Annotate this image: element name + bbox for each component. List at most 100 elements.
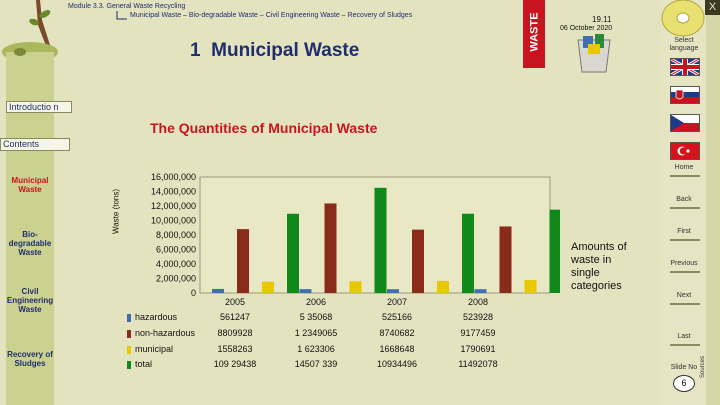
slide-title: The Quantities of Municipal Waste [150, 120, 378, 136]
bar-total-2007 [462, 213, 474, 293]
y-axis-label: Waste (tons) [111, 188, 121, 235]
legend-entry: municipal [127, 344, 173, 354]
y-tick-label: 2,000,000 [156, 274, 196, 284]
table-cell: 561247 [219, 312, 251, 322]
close-button[interactable]: X [705, 0, 720, 15]
x-tick-label: 2008 [467, 297, 489, 307]
bar-total-2008 [549, 209, 560, 293]
y-tick-label: 14,000,000 [151, 187, 196, 197]
table-cell: 8809928 [217, 328, 253, 338]
bar-municipal-2008 [524, 280, 537, 293]
table-cell: 1790691 [460, 344, 496, 354]
nav-divider [670, 175, 700, 177]
section-title: Municipal Waste [211, 40, 360, 61]
y-tick-label: 12,000,000 [151, 201, 196, 211]
legend-label: hazardous [135, 312, 178, 322]
czech-flag-icon[interactable] [670, 114, 700, 132]
first-button[interactable]: First [666, 228, 702, 235]
legend-swatch [127, 360, 131, 369]
crumb-municipal[interactable]: Municipal Waste [130, 12, 181, 19]
table-cell: 1558263 [217, 344, 253, 354]
sources-link[interactable]: Sources [700, 356, 706, 378]
bar-municipal-2005 [262, 281, 274, 293]
table-cell: 1668648 [379, 344, 415, 354]
page-title: 1 Municipal Waste [190, 40, 359, 62]
nav-divider [670, 344, 700, 346]
tab-contents[interactable]: Contents [0, 138, 70, 151]
sidebar-item-sludges[interactable]: Recovery of Sludges [4, 350, 56, 368]
recycling-bin-icon [577, 34, 611, 73]
table-cell: 10934496 [376, 359, 418, 369]
table-cell: 8740682 [379, 328, 415, 338]
home-button[interactable]: Home [666, 164, 702, 171]
legend-label: municipal [135, 344, 174, 354]
x-tick-label: 2006 [305, 297, 327, 307]
legend-entry: non-hazardous [127, 328, 195, 338]
last-button[interactable]: Last [666, 333, 702, 340]
crumb-sep: – [183, 12, 187, 19]
back-button[interactable]: Back [666, 196, 702, 203]
table-cell: 9177459 [460, 328, 496, 338]
y-tick-label: 8,000,000 [156, 230, 196, 240]
slovakia-flag-icon[interactable] [670, 86, 700, 104]
table-cell: 1 623306 [297, 344, 335, 354]
y-tick-label: 6,000,000 [156, 245, 196, 255]
breadcrumb: Municipal Waste – Bio-degradable Waste –… [130, 12, 412, 19]
turkey-flag-icon[interactable] [670, 142, 700, 160]
logo-text: WASTE [528, 12, 541, 52]
crumb-bio[interactable]: Bio-degradable Waste [189, 12, 258, 19]
table-cell: 5 35068 [299, 312, 333, 322]
nav-divider [670, 239, 700, 241]
x-tick-label: 2007 [386, 297, 408, 307]
y-tick-label: 16,000,000 [151, 172, 196, 182]
next-button[interactable]: Next [666, 292, 702, 299]
legend-swatch [127, 345, 131, 354]
sidebar-item-municipal[interactable]: Municipal Waste [4, 176, 56, 194]
nav-divider [670, 207, 700, 209]
breadcrumb-connector [116, 11, 127, 20]
right-edge-strip [706, 0, 720, 405]
legend-entry: hazardous [127, 312, 177, 322]
bar-non-hazardous-2008 [499, 226, 512, 293]
previous-button[interactable]: Previous [666, 260, 702, 267]
uk-flag-icon[interactable] [670, 58, 700, 76]
crumb-sep: – [259, 12, 264, 19]
table-cell: 525166 [381, 312, 413, 322]
table-cell: 11492078 [458, 359, 498, 369]
paper-roll-icon [661, 0, 705, 37]
table-cell: 1 2349065 [294, 328, 338, 338]
legend-swatch [127, 313, 131, 322]
nav-divider [670, 303, 700, 305]
table-cell: 14507 339 [294, 359, 338, 369]
bar-hazardous-2005 [212, 288, 224, 293]
legend-label: non-hazardous [135, 328, 196, 338]
bar-municipal-2007 [437, 280, 449, 293]
bar-non-hazardous-2007 [412, 229, 424, 293]
bar-total-2006 [374, 187, 387, 293]
x-tick-label: 2005 [224, 297, 246, 307]
bar-hazardous-2007 [387, 289, 399, 293]
bar-non-hazardous-2005 [237, 229, 249, 293]
table-cell: 523928 [462, 312, 494, 322]
bar-municipal-2006 [349, 281, 362, 293]
select-language-label: Select language [669, 37, 699, 52]
bar-non-hazardous-2006 [324, 203, 337, 293]
bar-hazardous-2006 [299, 289, 312, 293]
slide-no-label: Slide No [670, 364, 698, 371]
crumb-civil[interactable]: Civil Engineering Waste [266, 12, 340, 19]
slide-number-badge: 6 [673, 375, 695, 392]
bar-chart: 16,000,000 14,000,000 12,000,000 10,000,000… [151, 172, 560, 298]
legend-label: total [135, 359, 153, 369]
tab-introduction[interactable]: Introductio n [6, 101, 72, 113]
side-note: Amounts of waste in single categories [571, 241, 627, 292]
section-number: 1 [190, 40, 201, 61]
crumb-sludges[interactable]: Recovery of Sludges [348, 12, 413, 19]
y-axis-label-wrap: Waste (tons) [108, 175, 122, 255]
table-cell: 109 29438 [213, 359, 257, 369]
waste-logo: WASTE [523, 0, 545, 68]
crumb-sep: – [341, 12, 346, 19]
sidebar-item-bio[interactable]: Bio-degradable Waste [4, 230, 56, 257]
bar-hazardous-2008 [474, 289, 487, 293]
y-tick-label: 10,000,000 [151, 216, 196, 226]
sidebar-item-civil[interactable]: Civil Engineering Waste [4, 287, 56, 314]
